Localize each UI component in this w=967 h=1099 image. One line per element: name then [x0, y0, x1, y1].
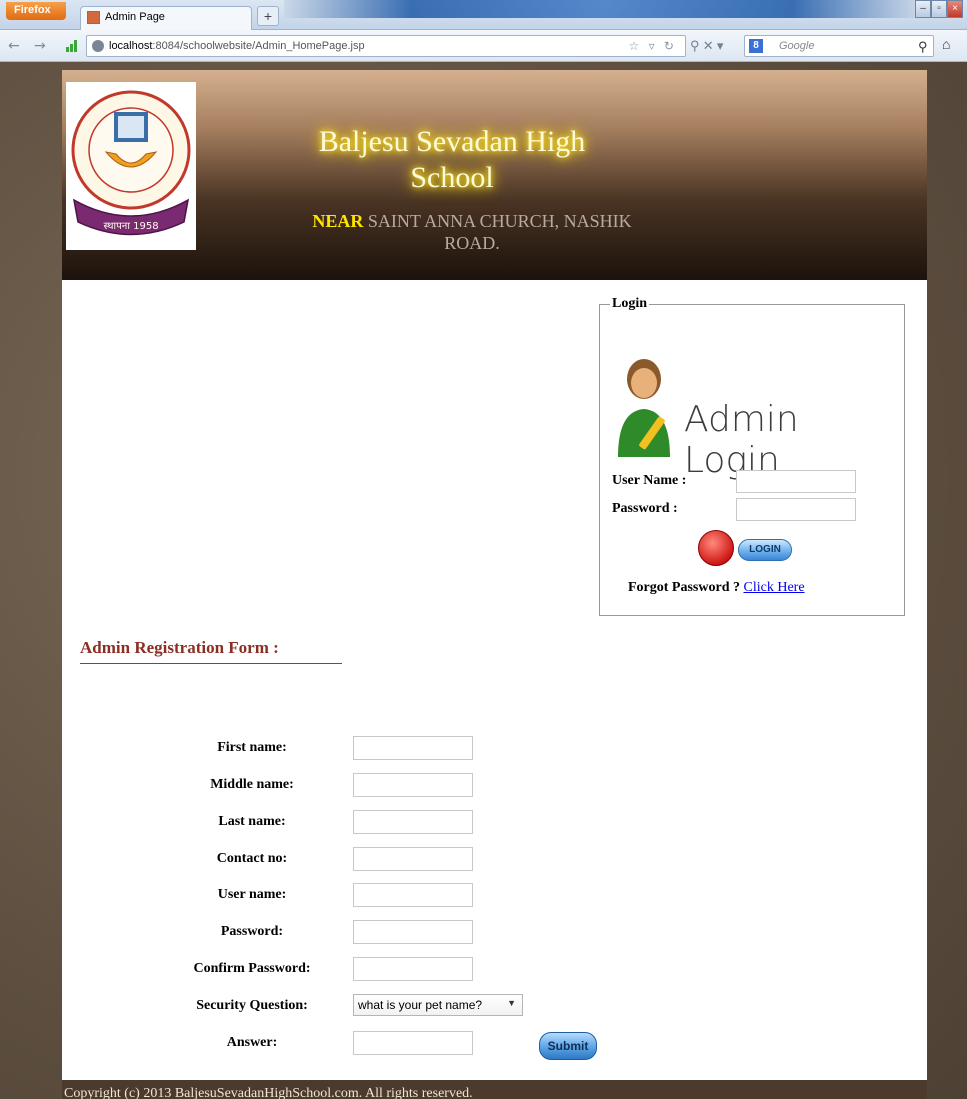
form-row-first-name: First name:	[62, 736, 927, 760]
logo-year-text: स्थापना 1958	[103, 221, 158, 232]
tab-admin-page[interactable]: Admin Page	[80, 6, 252, 30]
last-name-input[interactable]	[353, 810, 473, 834]
first-name-label: First name:	[217, 740, 287, 755]
form-row-password: Password:	[62, 920, 927, 944]
address-rest: SAINT ANNA CHURCH, NASHIK ROAD.	[367, 211, 632, 253]
admin-login-title: Admin Login	[684, 399, 799, 481]
title-divider	[80, 663, 342, 664]
contact-no-input[interactable]	[353, 847, 473, 871]
url-path: :8084/schoolwebsite/Admin_HomePage.jsp	[152, 40, 365, 52]
reg-password-input[interactable]	[353, 920, 473, 944]
minimize-button[interactable]: –	[915, 0, 931, 18]
home-icon[interactable]: ⌂	[942, 38, 950, 54]
submit-button[interactable]: Submit	[539, 1032, 597, 1060]
forgot-password-link[interactable]: Click Here	[744, 580, 805, 595]
confirm-password-label: Confirm Password:	[193, 961, 311, 976]
address-bar[interactable]: localhost:8084/schoolwebsite/Admin_HomeP…	[86, 35, 686, 57]
close-button[interactable]: ×	[947, 0, 963, 18]
login-legend: Login	[610, 296, 650, 312]
navigation-toolbar: ← → localhost:8084/schoolwebsite/Admin_H…	[0, 30, 967, 62]
form-row-confirm-password: Confirm Password:	[62, 957, 927, 981]
reg-username-input[interactable]	[353, 883, 473, 907]
school-address: NEAR SAINT ANNA CHURCH, NASHIK ROAD.	[302, 210, 642, 254]
page-viewport: स्थापना 1958 Baljesu Sevadan High School…	[0, 62, 967, 1099]
form-row-contact: Contact no:	[62, 847, 927, 871]
firefox-menu-label: Firefox	[14, 4, 51, 16]
password-input[interactable]	[736, 498, 856, 521]
confirm-password-input[interactable]	[353, 957, 473, 981]
first-name-input[interactable]	[353, 736, 473, 760]
contact-no-label: Contact no:	[216, 851, 288, 866]
page-footer: Copyright (c) 2013 BaljesuSevadanHighSch…	[62, 1080, 927, 1099]
reload-icon[interactable]: ☆ ▿ ↻	[628, 39, 677, 53]
signal-icon	[66, 40, 78, 52]
registration-form-title: Admin Registration Form :	[80, 638, 279, 657]
forgot-password-text: Forgot Password ?	[628, 580, 740, 595]
form-row-last-name: Last name:	[62, 810, 927, 834]
globe-icon	[92, 40, 104, 52]
reg-password-label: Password:	[220, 924, 284, 939]
answer-input[interactable]	[353, 1031, 473, 1055]
answer-label: Answer:	[226, 1035, 278, 1050]
search-placeholder: Google	[779, 40, 815, 52]
security-question-value: what is your pet name?	[358, 998, 483, 1012]
school-logo: स्थापना 1958	[66, 82, 196, 250]
username-input[interactable]	[736, 470, 856, 493]
new-tab-button[interactable]: +	[257, 6, 279, 26]
login-panel: Login Admin Login User Name : Password :…	[599, 296, 905, 616]
key-icon	[698, 530, 734, 566]
admin-avatar-icon	[618, 359, 670, 457]
maximize-button[interactable]: ▫	[931, 0, 947, 18]
firefox-menu-button[interactable]: Firefox	[6, 2, 66, 20]
security-question-select[interactable]: what is your pet name? ▼	[353, 994, 523, 1016]
form-row-answer: Answer:	[62, 1031, 927, 1055]
forgot-password: Forgot Password ? Click Here	[628, 580, 805, 596]
site-header: स्थापना 1958 Baljesu Sevadan High School…	[62, 70, 927, 280]
search-input[interactable]: 8 Google	[744, 35, 934, 57]
form-row-username: User name:	[62, 883, 927, 907]
middle-name-input[interactable]	[353, 773, 473, 797]
security-question-label: Security Question:	[196, 998, 308, 1013]
page-container: स्थापना 1958 Baljesu Sevadan High School…	[62, 70, 927, 1099]
window-controls: – ▫ ×	[915, 0, 963, 18]
search-engine-icon[interactable]: 8	[749, 39, 763, 53]
form-row-middle-name: Middle name:	[62, 773, 927, 797]
middle-name-label: Middle name:	[210, 777, 294, 792]
favicon-icon	[87, 11, 100, 24]
browser-title-bar: Firefox Admin Page + – ▫ ×	[0, 0, 967, 30]
login-button[interactable]: LOGIN	[738, 539, 792, 561]
url-host: localhost	[109, 40, 153, 52]
school-name: Baljesu Sevadan High School	[318, 125, 586, 194]
title-bar-highlight	[284, 0, 920, 18]
tab-title: Admin Page	[105, 11, 165, 23]
address-prefix: NEAR	[312, 211, 364, 231]
password-label: Password :	[612, 501, 678, 516]
last-name-label: Last name:	[218, 814, 286, 829]
reg-username-label: User name:	[217, 887, 287, 902]
form-row-security-question: Security Question: what is your pet name…	[62, 994, 927, 1018]
addons-icons[interactable]: ⚲ ✕ ▾	[690, 38, 723, 54]
search-icon[interactable]: ⚲	[918, 39, 928, 55]
forward-icon[interactable]: →	[34, 38, 46, 54]
username-label: User Name :	[612, 473, 687, 488]
back-icon[interactable]: ←	[8, 38, 20, 54]
chevron-down-icon: ▼	[507, 998, 516, 1008]
